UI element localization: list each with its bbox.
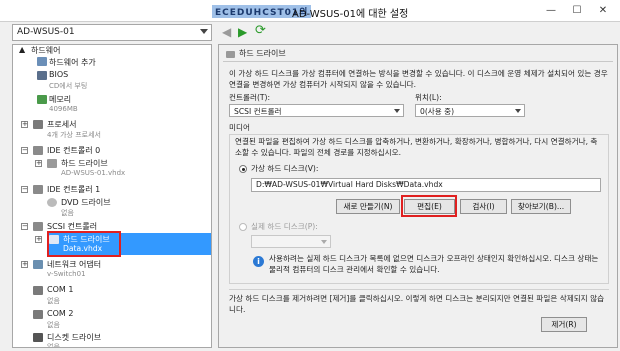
hardware-tree[interactable]: ▲ 하드웨어 하드웨어 추가 BIOS CD에서 부팅 메모리 4096MB +… [12,44,212,348]
chevron-down-icon [200,29,208,34]
com-port-icon [33,310,43,319]
physical-note: 사용하려는 실제 하드 디스크가 목록에 없으면 디스크가 오프라인 상태인지 … [269,254,599,274]
window-title: AD-WSUS-01에 대한 설정 [292,9,409,20]
highlight-box-drive [47,231,121,257]
maximize-icon[interactable]: ☐ [568,3,586,17]
hard-drive-icon [226,51,235,58]
hard-drive-icon [47,159,57,168]
controller-label: 컨트롤러(T): [229,93,271,102]
chevron-down-icon [394,109,400,113]
physical-disk-select[interactable] [251,235,331,248]
add-hardware-icon [37,57,47,66]
vhd-option-label: 가상 하드 디스크(V): [251,164,319,173]
settings-panel: 하드 드라이브 이 가상 하드 디스크를 가상 컴퓨터에 연결하는 방식을 변경… [218,44,618,348]
location-select[interactable]: 0(사용 중) [415,104,525,117]
com2-sub: 없음 [47,321,60,329]
diskette-sub: 없음 [47,343,60,348]
chevron-down-icon: ▲ [19,45,26,54]
vhd-path-value: D:₩AD-WSUS-01₩Virtual Hard Disks₩Data.vh… [256,180,443,189]
remove-button[interactable]: 제거(R) [541,317,587,332]
section-title: 하드 드라이브 [239,49,286,58]
media-label: 미디어 [229,123,250,132]
expand-icon[interactable]: + [21,121,28,128]
new-button[interactable]: 새로 만들기(N) [336,199,400,214]
title-bar: ECEDUHCST01의 AD-WSUS-01에 대한 설정 — ☐ ✕ [0,0,620,22]
tree-item-processor[interactable]: 프로세서 [47,119,76,130]
remove-description: 가상 하드 디스크를 제거하려면 [제거]를 클릭하십시오. 이렇게 하면 디스… [229,294,605,314]
location-label: 위치(L): [415,93,442,102]
tree-item-network[interactable]: 네트워크 어댑터 [47,259,101,270]
location-value: 0(사용 중) [420,107,455,116]
collapse-icon[interactable]: − [21,223,28,230]
scsi-controller-icon [33,222,43,231]
processor-sub: 4개 가상 프로세서 [47,131,101,139]
tree-item-com1[interactable]: COM 1 [47,285,73,294]
inspect-button[interactable]: 검사(I) [460,199,507,214]
controller-select[interactable]: SCSI 컨트롤러 [229,104,404,117]
ide1-dvd-sub: 없음 [61,209,74,217]
network-sub: v-Switch01 [47,270,86,278]
expand-icon[interactable]: + [21,261,28,268]
controller-value: SCSI 컨트롤러 [234,107,282,116]
tree-item-ide0[interactable]: IDE 컨트롤러 0 [47,145,100,156]
browse-button[interactable]: 찾아보기(B)... [511,199,571,214]
tree-item-ide0-drive[interactable]: 하드 드라이브 [61,158,108,169]
bios-sub: CD에서 부팅 [49,82,88,90]
tree-item-add-hardware[interactable]: 하드웨어 추가 [49,57,96,68]
intro-text: 이 가상 하드 디스크를 가상 컴퓨터에 연결하는 방식을 변경할 수 있습니다… [229,69,608,89]
collapse-icon[interactable]: − [21,186,28,193]
memory-icon [37,95,47,104]
dvd-icon [47,198,57,207]
tree-item-bios[interactable]: BIOS [49,70,68,79]
vm-selector-value: AD-WSUS-01 [17,27,75,37]
expand-icon[interactable]: + [35,236,42,243]
bios-icon [37,71,47,80]
divider [229,289,609,290]
tree-item-com2[interactable]: COM 2 [47,309,73,318]
chevron-down-icon [515,109,521,113]
ide-controller-icon [33,146,43,155]
vm-selector[interactable]: AD-WSUS-01 [12,24,212,41]
section-header: 하드 드라이브 [223,48,613,62]
vhd-path-input[interactable]: D:₩AD-WSUS-01₩Virtual Hard Disks₩Data.vh… [251,178,601,192]
expand-icon[interactable]: + [35,160,42,167]
tree-item-ide1[interactable]: IDE 컨트롤러 1 [47,184,100,195]
ide-controller-icon [33,185,43,194]
physical-disk-radio[interactable] [239,223,247,231]
media-description: 연결된 파일을 편집하여 가상 하드 디스크를 압축하거나, 변환하거나, 확장… [235,137,598,157]
processor-icon [33,120,43,129]
toolbar: AD-WSUS-01 ◀ ▶ ⟳ [0,22,620,44]
chevron-down-icon [321,240,327,244]
ide0-drive-sub: AD-WSUS-01.vhdx [61,169,126,177]
minimize-icon[interactable]: — [542,3,560,17]
memory-sub: 4096MB [49,105,78,113]
com-port-icon [33,286,43,295]
vhd-radio[interactable] [239,165,247,173]
highlight-box-edit [401,195,457,217]
refresh-icon[interactable]: ⟳ [255,24,266,37]
hardware-header: 하드웨어 [31,46,61,55]
settings-window: ECEDUHCST01의 AD-WSUS-01에 대한 설정 — ☐ ✕ AD-… [0,0,620,351]
info-icon: i [253,256,264,267]
tree-item-ide1-dvd[interactable]: DVD 드라이브 [61,197,111,208]
collapse-icon[interactable]: − [21,147,28,154]
tree-item-memory[interactable]: 메모리 [49,94,71,105]
close-icon[interactable]: ✕ [594,3,612,17]
diskette-icon [33,333,43,342]
forward-icon[interactable]: ▶ [238,26,247,38]
physical-option-label: 실제 하드 디스크(P): [251,222,318,231]
back-icon[interactable]: ◀ [222,26,231,38]
com1-sub: 없음 [47,297,60,305]
network-adapter-icon [33,260,43,269]
